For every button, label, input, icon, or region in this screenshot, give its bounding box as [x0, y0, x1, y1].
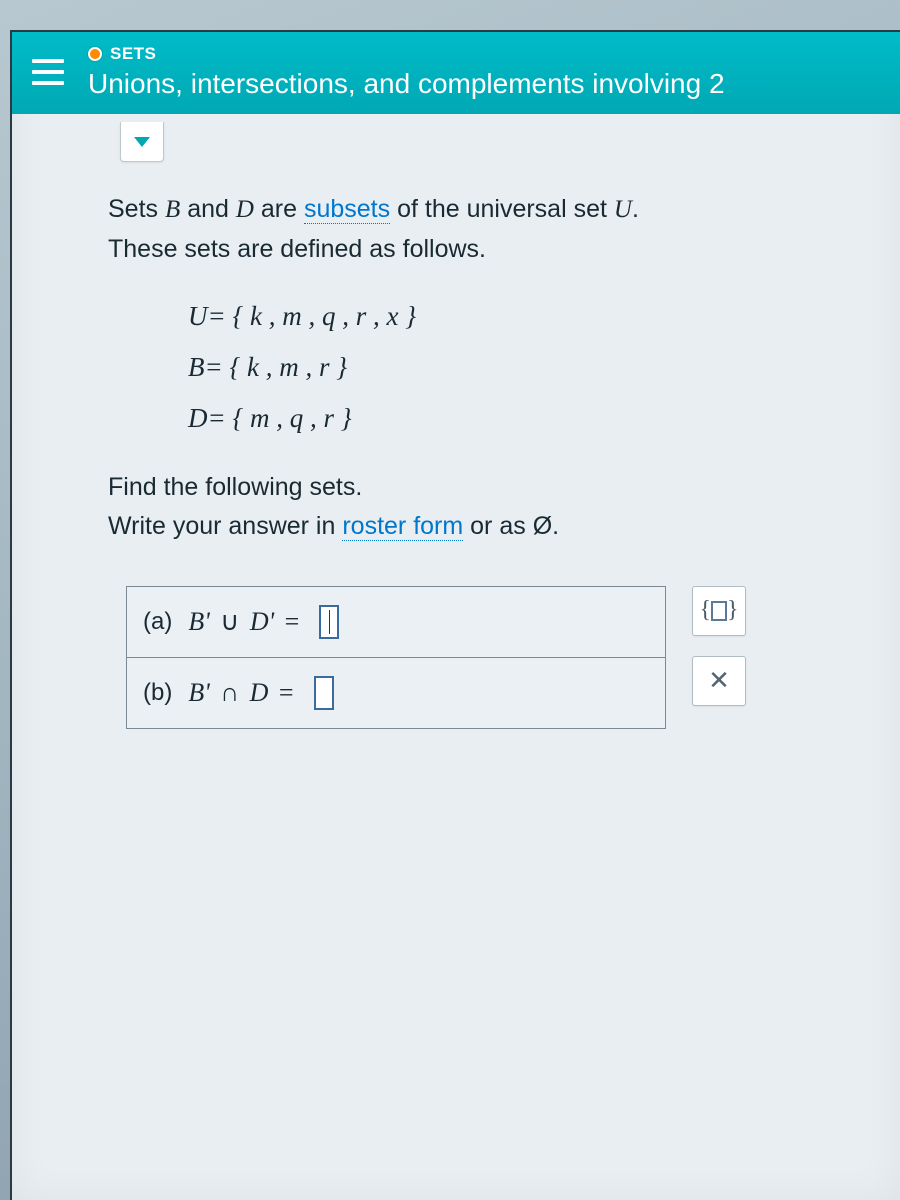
expand-toggle[interactable] [120, 122, 164, 162]
text: and [180, 195, 236, 223]
term: B' [188, 607, 209, 636]
status-dot-icon [88, 47, 102, 61]
set-definitions: U= { k , m , q , r , x } B= { k , m , r … [188, 291, 872, 445]
var-U: U [614, 196, 632, 223]
text: . [632, 195, 639, 223]
def-D: D= { m , q , r } [188, 393, 872, 444]
menu-button[interactable] [26, 50, 70, 94]
category-label: SETS [110, 44, 156, 64]
topic-title: Unions, intersections, and complements i… [88, 68, 880, 100]
answer-input-b[interactable] [314, 676, 334, 710]
chevron-down-icon [134, 137, 150, 147]
close-icon: ✕ [708, 665, 730, 696]
union-op: ∪ [216, 607, 243, 636]
term: D' [250, 607, 274, 636]
link-subsets[interactable]: subsets [304, 195, 390, 224]
brace-open: { [699, 597, 711, 624]
part-label-b: (b) [143, 679, 172, 707]
def-U: U= { k , m , q , r , x } [188, 291, 872, 342]
text: . [552, 512, 559, 540]
part-label-a: (a) [143, 608, 172, 636]
var-D: D [236, 196, 254, 223]
instructions: Find the following sets. Write your answ… [108, 468, 872, 546]
expr-b: B' ∩ D = [188, 678, 297, 708]
text: or as [463, 512, 532, 540]
intro-paragraph: Sets B and D are subsets of the universa… [108, 190, 872, 269]
var-B: B [165, 196, 180, 223]
brace-close: } [727, 597, 739, 624]
term: D [250, 678, 269, 707]
tool-palette: {} ✕ [692, 586, 746, 706]
category-row: SETS [88, 44, 880, 64]
expr-a: B' ∪ D' = [188, 607, 303, 637]
header-text: SETS Unions, intersections, and compleme… [88, 44, 880, 100]
def-B: B= { k , m , r } [188, 342, 872, 393]
answer-row-a: (a) B' ∪ D' = [127, 587, 665, 657]
placeholder-slot-icon [711, 601, 727, 621]
link-roster-form[interactable]: roster form [342, 512, 463, 541]
equals: = [281, 607, 304, 636]
answers-table: (a) B' ∪ D' = (b) B' ∩ D = [126, 586, 666, 729]
intro-line2: These sets are defined as follows. [108, 235, 486, 263]
clear-button[interactable]: ✕ [692, 656, 746, 706]
term: B' [188, 678, 209, 707]
text: Sets [108, 195, 165, 223]
answers-area: (a) B' ∪ D' = (b) B' ∩ D = [126, 586, 872, 729]
answer-input-a[interactable] [319, 605, 339, 639]
intersect-op: ∩ [216, 678, 243, 707]
instruct-line1: Find the following sets. [108, 473, 362, 501]
answer-row-b: (b) B' ∩ D = [127, 657, 665, 728]
text: Write your answer in [108, 512, 342, 540]
app-frame: SETS Unions, intersections, and compleme… [10, 30, 900, 1200]
text: of the universal set [390, 195, 614, 223]
content-body: Sets B and D are subsets of the universa… [12, 114, 900, 749]
text: are [254, 195, 304, 223]
set-braces-button[interactable]: {} [692, 586, 746, 636]
empty-set-symbol: Ø [533, 512, 552, 540]
equals: = [275, 678, 298, 707]
header-bar: SETS Unions, intersections, and compleme… [12, 32, 900, 114]
